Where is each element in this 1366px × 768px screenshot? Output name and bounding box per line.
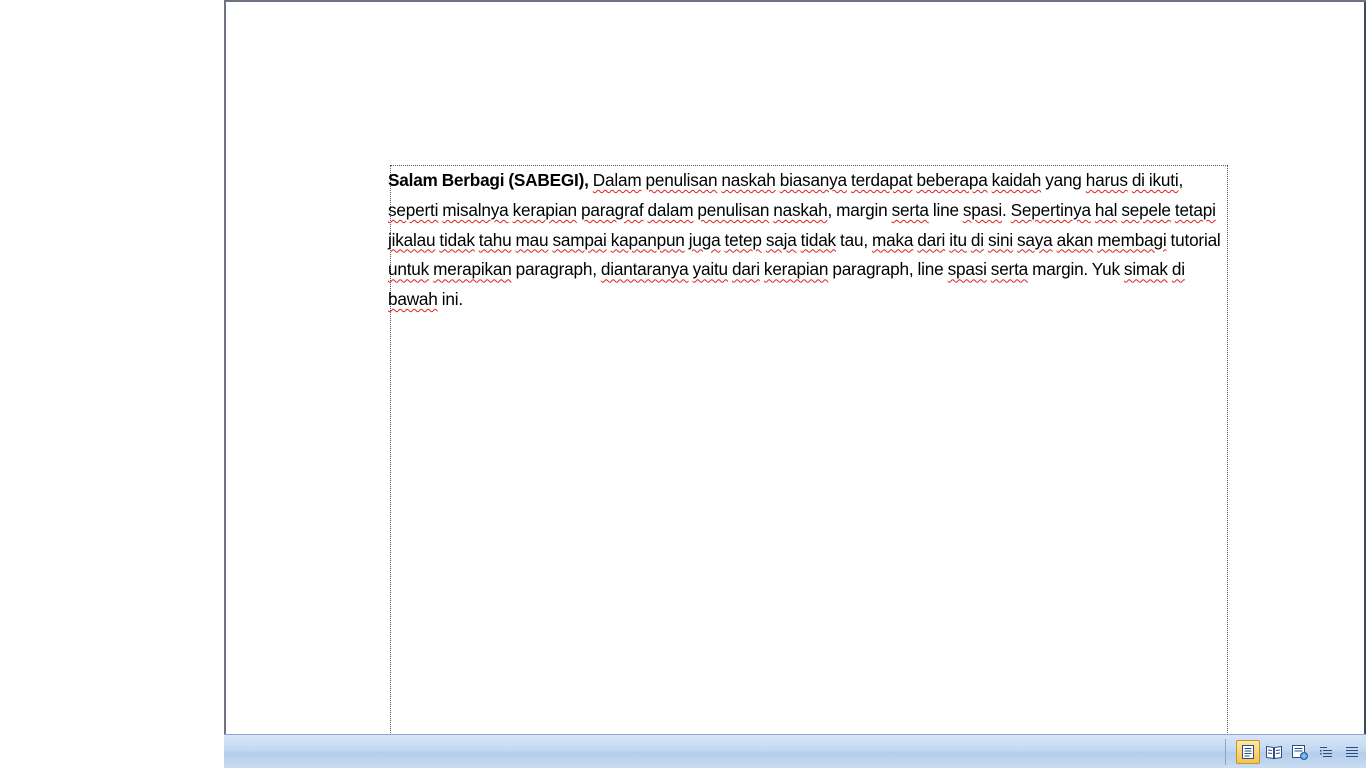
misspelled-word: bawah [388,289,438,310]
full-screen-reading-view-icon [1266,745,1282,760]
misspelled-word: sini [987,229,1013,250]
misspelled-word: maka [871,229,914,250]
misspelled-word: akan [1056,229,1094,250]
misspelled-word: Dalam [592,170,642,190]
misspelled-word: hal [1094,199,1118,220]
paragraph-text: paragraph, [511,259,601,280]
misspelled-word: kaidah [991,170,1042,190]
misspelled-word: naskah [773,199,828,220]
misspelled-word: kerapian [512,199,578,220]
status-bar-separator [1225,739,1226,765]
view-buttons-group [1225,737,1366,767]
paragraph-text: margin. Yuk [1028,259,1124,280]
misspelled-word: harus [1085,170,1128,190]
misspelled-word: serta [891,199,929,220]
outline-view-button[interactable] [1314,740,1338,764]
misspelled-word: diantaranya [600,259,689,280]
misspelled-word: terdapat [851,170,913,190]
misspelled-word: membagi [1097,229,1167,250]
misspelled-word: sampai [552,229,607,250]
paragraph-text: line [928,199,963,220]
misspelled-word: misalnya [442,199,509,220]
misspelled-word: di ikuti [1131,170,1179,190]
misspelled-word: merapikan [433,259,512,280]
misspelled-word: biasanya [779,170,847,190]
misspelled-word: naskah [721,170,776,190]
misspelled-word: mau [515,229,549,250]
misspelled-word: Sepertinya [1010,199,1091,220]
draft-view-button[interactable] [1340,740,1364,764]
paragraph-body: Dalam penulisan naskah biasanya terdapat… [388,170,1221,309]
misspelled-word: seperti [388,199,439,220]
misspelled-word: paragraf [581,199,644,220]
full-screen-reading-view-button[interactable] [1262,740,1286,764]
print-layout-view-icon [1242,745,1254,759]
paragraph-text: tau, [835,229,872,250]
paragraph-text: , margin [827,199,892,220]
misspelled-word: serta [990,259,1029,280]
misspelled-word: saja [765,229,797,250]
misspelled-word: tidak [800,229,837,250]
misspelled-word: tetapi [1174,199,1216,220]
document-paragraph[interactable]: Salam Berbagi (SABEGI), Dalam penulisan … [388,166,1224,315]
misspelled-word: spasi [947,259,987,280]
misspelled-word: untuk [388,259,430,280]
misspelled-word: jikalau [388,229,436,250]
misspelled-word: sepele [1121,199,1171,220]
status-bar [224,734,1366,768]
misspelled-word: tahu [478,229,512,250]
misspelled-word: dari [917,229,946,250]
misspelled-word: kerapian [763,259,829,280]
paragraph-text: ini. [437,289,463,310]
paragraph-text: . [1002,199,1011,220]
misspelled-word: di [970,229,984,250]
paragraph-text: yang [1041,170,1086,190]
print-layout-view-button[interactable] [1236,740,1260,764]
misspelled-word: simak [1123,259,1168,280]
misspelled-word: kapanpun [610,229,685,250]
misspelled-word: itu [949,229,967,250]
misspelled-word: penulisan [645,170,718,190]
misspelled-word: yaitu [692,259,729,280]
word-window: Salam Berbagi (SABEGI), Dalam penulisan … [0,0,1366,768]
outline-view-icon [1320,747,1332,757]
web-layout-view-icon [1292,745,1308,760]
misspelled-word: tetep [724,229,762,250]
misspelled-word: dalam [647,199,694,220]
misspelled-word: spasi [962,199,1003,220]
web-layout-view-button[interactable] [1288,740,1312,764]
document-page[interactable] [224,0,1366,734]
misspelled-word: dari [731,259,760,280]
misspelled-word: di [1171,259,1185,280]
paragraph-bold-lead: Salam Berbagi (SABEGI), [388,170,589,190]
paragraph-text: tutorial [1166,229,1221,250]
misspelled-word: tidak [439,229,475,250]
draft-view-icon [1346,747,1358,757]
misspelled-word: juga [688,229,721,250]
misspelled-word: saya [1017,229,1053,250]
paragraph-text: , [1178,170,1184,190]
misspelled-word: penulisan [697,199,770,220]
misspelled-word: beberapa [916,170,988,190]
paragraph-text: paragraph, line [828,259,948,280]
